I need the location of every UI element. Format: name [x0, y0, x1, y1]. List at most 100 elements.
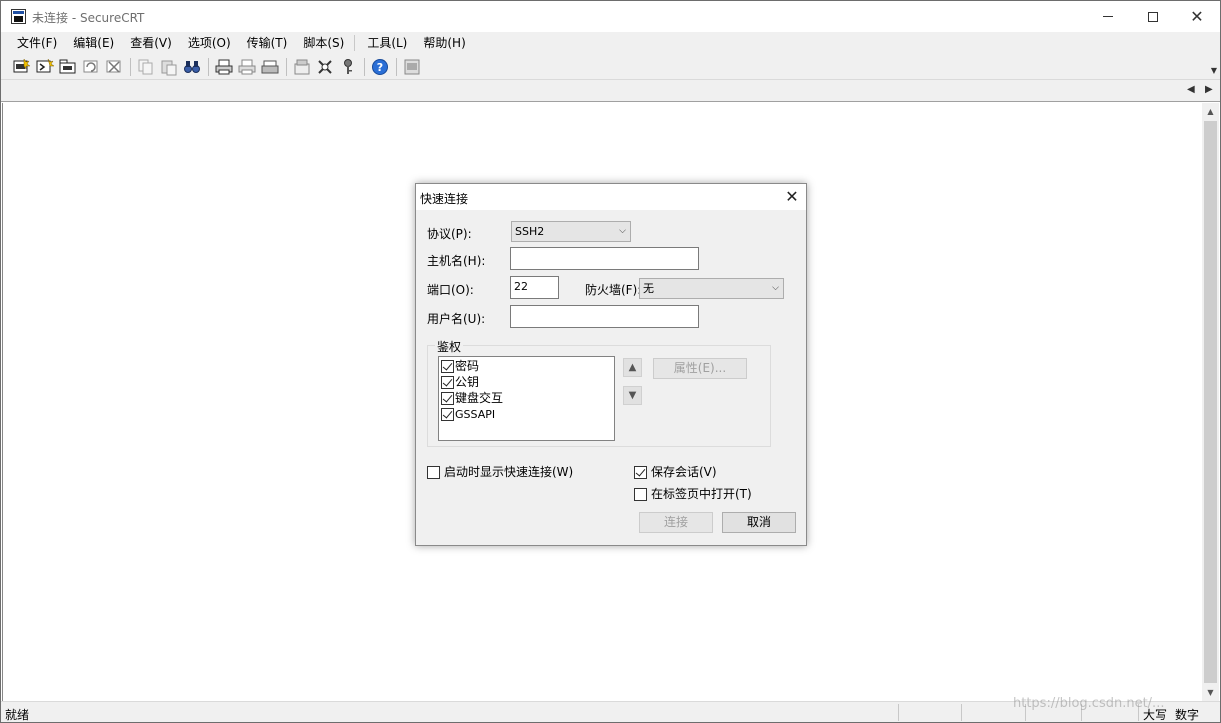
checkbox-icon[interactable] [634, 466, 647, 479]
authentication-group-title: 鉴权 [435, 338, 464, 355]
move-down-button[interactable]: ▼ [623, 386, 642, 405]
reconnect-icon [83, 60, 98, 72]
toolbar: ? ▼ [1, 54, 1220, 80]
arrow-up-icon: ▲ [628, 362, 637, 373]
keymap-button[interactable] [337, 56, 359, 78]
dialog-title-bar: 快速连接 ✕ [416, 184, 806, 210]
move-up-button[interactable]: ▲ [623, 358, 642, 377]
toolbar-separator [208, 57, 209, 76]
session-options-button[interactable] [291, 56, 313, 78]
window-title: 未连接 - SecureCRT [32, 11, 145, 25]
firewall-select[interactable]: 无 ⌵ [639, 278, 784, 299]
chevron-down-icon: ⌵ [772, 283, 779, 293]
firewall-label: 防火墙(F): [585, 283, 642, 297]
menu-file[interactable]: 文件(F) [9, 33, 65, 53]
menu-view[interactable]: 查看(V) [122, 33, 180, 53]
checkbox-icon[interactable] [441, 360, 454, 373]
map-keys-button[interactable] [401, 56, 423, 78]
dialog-close-button[interactable]: ✕ [782, 187, 802, 207]
global-options-button[interactable] [314, 56, 336, 78]
toolbar-separator [130, 57, 131, 76]
checkbox-icon[interactable] [427, 466, 440, 479]
print-button[interactable] [213, 56, 235, 78]
session-options-icon [294, 59, 310, 74]
quick-connect-dialog: 快速连接 ✕ 协议(P): SSH2 ⌵ 主机名(H): 端口(O): 22 防… [415, 183, 807, 546]
tab-strip: ◀ ▶ [1, 80, 1220, 102]
auth-item-publickey[interactable]: 公钥 [439, 375, 614, 391]
scroll-thumb[interactable] [1204, 121, 1217, 683]
username-label: 用户名(U): [427, 312, 486, 326]
checkbox-icon[interactable] [441, 408, 454, 421]
map-keys-icon [404, 59, 420, 74]
cancel-button[interactable]: 取消 [722, 512, 796, 533]
num-lock-indicator: 数字 [1175, 708, 1200, 722]
disconnect-button[interactable] [103, 56, 125, 78]
menu-edit[interactable]: 编辑(E) [65, 33, 122, 53]
toolbar-separator [364, 57, 365, 76]
print-setup-button[interactable] [259, 56, 281, 78]
close-icon: ✕ [1190, 6, 1204, 26]
port-label: 端口(O): [427, 283, 474, 297]
connect-button[interactable] [11, 56, 33, 78]
quick-connect-button[interactable] [34, 56, 56, 78]
print-icon [215, 59, 233, 74]
connect-in-tab-button[interactable] [57, 56, 79, 78]
chevron-down-icon: ⌵ [619, 226, 626, 236]
help-button[interactable]: ? [369, 56, 391, 78]
protocol-value: SSH2 [515, 225, 545, 238]
connect-dialog-button[interactable]: 连接 [639, 512, 713, 533]
tab-scroll-right-icon[interactable]: ▶ [1205, 84, 1213, 95]
find-button[interactable] [181, 56, 203, 78]
toolbar-separator [286, 57, 287, 76]
auth-item-password[interactable]: 密码 [439, 359, 614, 375]
title-bar: 未连接 - SecureCRT ✕ [1, 1, 1220, 32]
menu-bar: 文件(F) 编辑(E) 查看(V) 选项(O) 传输(T) 脚本(S) 工具(L… [1, 32, 1220, 54]
svg-text:?: ? [377, 61, 383, 74]
close-window-button[interactable]: ✕ [1174, 1, 1220, 32]
print-setup-icon [261, 60, 279, 73]
menu-help[interactable]: 帮助(H) [415, 33, 473, 53]
vertical-scrollbar[interactable]: ▲ ▼ [1202, 103, 1219, 701]
show-on-startup-checkbox[interactable]: 启动时显示快速连接(W) [427, 465, 573, 481]
port-input[interactable]: 22 [510, 276, 559, 299]
protocol-label: 协议(P): [427, 227, 472, 241]
maximize-button[interactable] [1130, 1, 1176, 32]
scroll-down-icon[interactable]: ▼ [1202, 684, 1219, 701]
status-divider [961, 704, 962, 721]
toolbar-overflow-icon[interactable]: ▼ [1211, 66, 1217, 75]
print-selection-button[interactable] [236, 56, 258, 78]
reconnect-button[interactable] [80, 56, 102, 78]
auth-item-gssapi[interactable]: GSSAPI [439, 407, 614, 423]
menu-transfer[interactable]: 传输(T) [239, 33, 296, 53]
status-divider [898, 704, 899, 721]
save-session-checkbox[interactable]: 保存会话(V) [634, 465, 717, 481]
checkbox-icon[interactable] [441, 376, 454, 389]
status-text: 就绪 [5, 708, 30, 722]
authentication-group: 鉴权 密码 公钥 键盘交互 GSSAPI ▲ ▼ 属性(E)... [427, 338, 771, 447]
hostname-input[interactable] [510, 247, 699, 270]
connect-in-tab-icon [59, 59, 76, 73]
open-in-tab-checkbox[interactable]: 在标签页中打开(T) [634, 487, 752, 503]
minimize-button[interactable] [1085, 1, 1131, 32]
paste-button[interactable] [158, 56, 180, 78]
checkbox-icon[interactable] [634, 488, 647, 501]
tab-scroll-left-icon[interactable]: ◀ [1187, 84, 1195, 95]
username-input[interactable] [510, 305, 699, 328]
copy-icon [138, 59, 153, 74]
menu-options[interactable]: 选项(O) [180, 33, 239, 53]
protocol-select[interactable]: SSH2 ⌵ [511, 221, 631, 242]
arrow-down-icon: ▼ [628, 390, 637, 401]
help-icon: ? [372, 58, 388, 75]
auth-item-keyboard-interactive[interactable]: 键盘交互 [439, 391, 614, 407]
disconnect-icon [106, 60, 121, 73]
copy-button[interactable] [135, 56, 157, 78]
checkbox-icon[interactable] [441, 392, 454, 405]
menu-script[interactable]: 脚本(S) [295, 33, 352, 53]
watermark: https://blog.csdn.net/... [1013, 696, 1165, 711]
authentication-list[interactable]: 密码 公钥 键盘交互 GSSAPI [438, 356, 615, 441]
properties-button[interactable]: 属性(E)... [653, 358, 747, 379]
close-icon: ✕ [785, 187, 799, 206]
scroll-up-icon[interactable]: ▲ [1202, 103, 1219, 120]
print-selection-icon [238, 59, 256, 74]
menu-tools[interactable]: 工具(L) [359, 33, 415, 53]
